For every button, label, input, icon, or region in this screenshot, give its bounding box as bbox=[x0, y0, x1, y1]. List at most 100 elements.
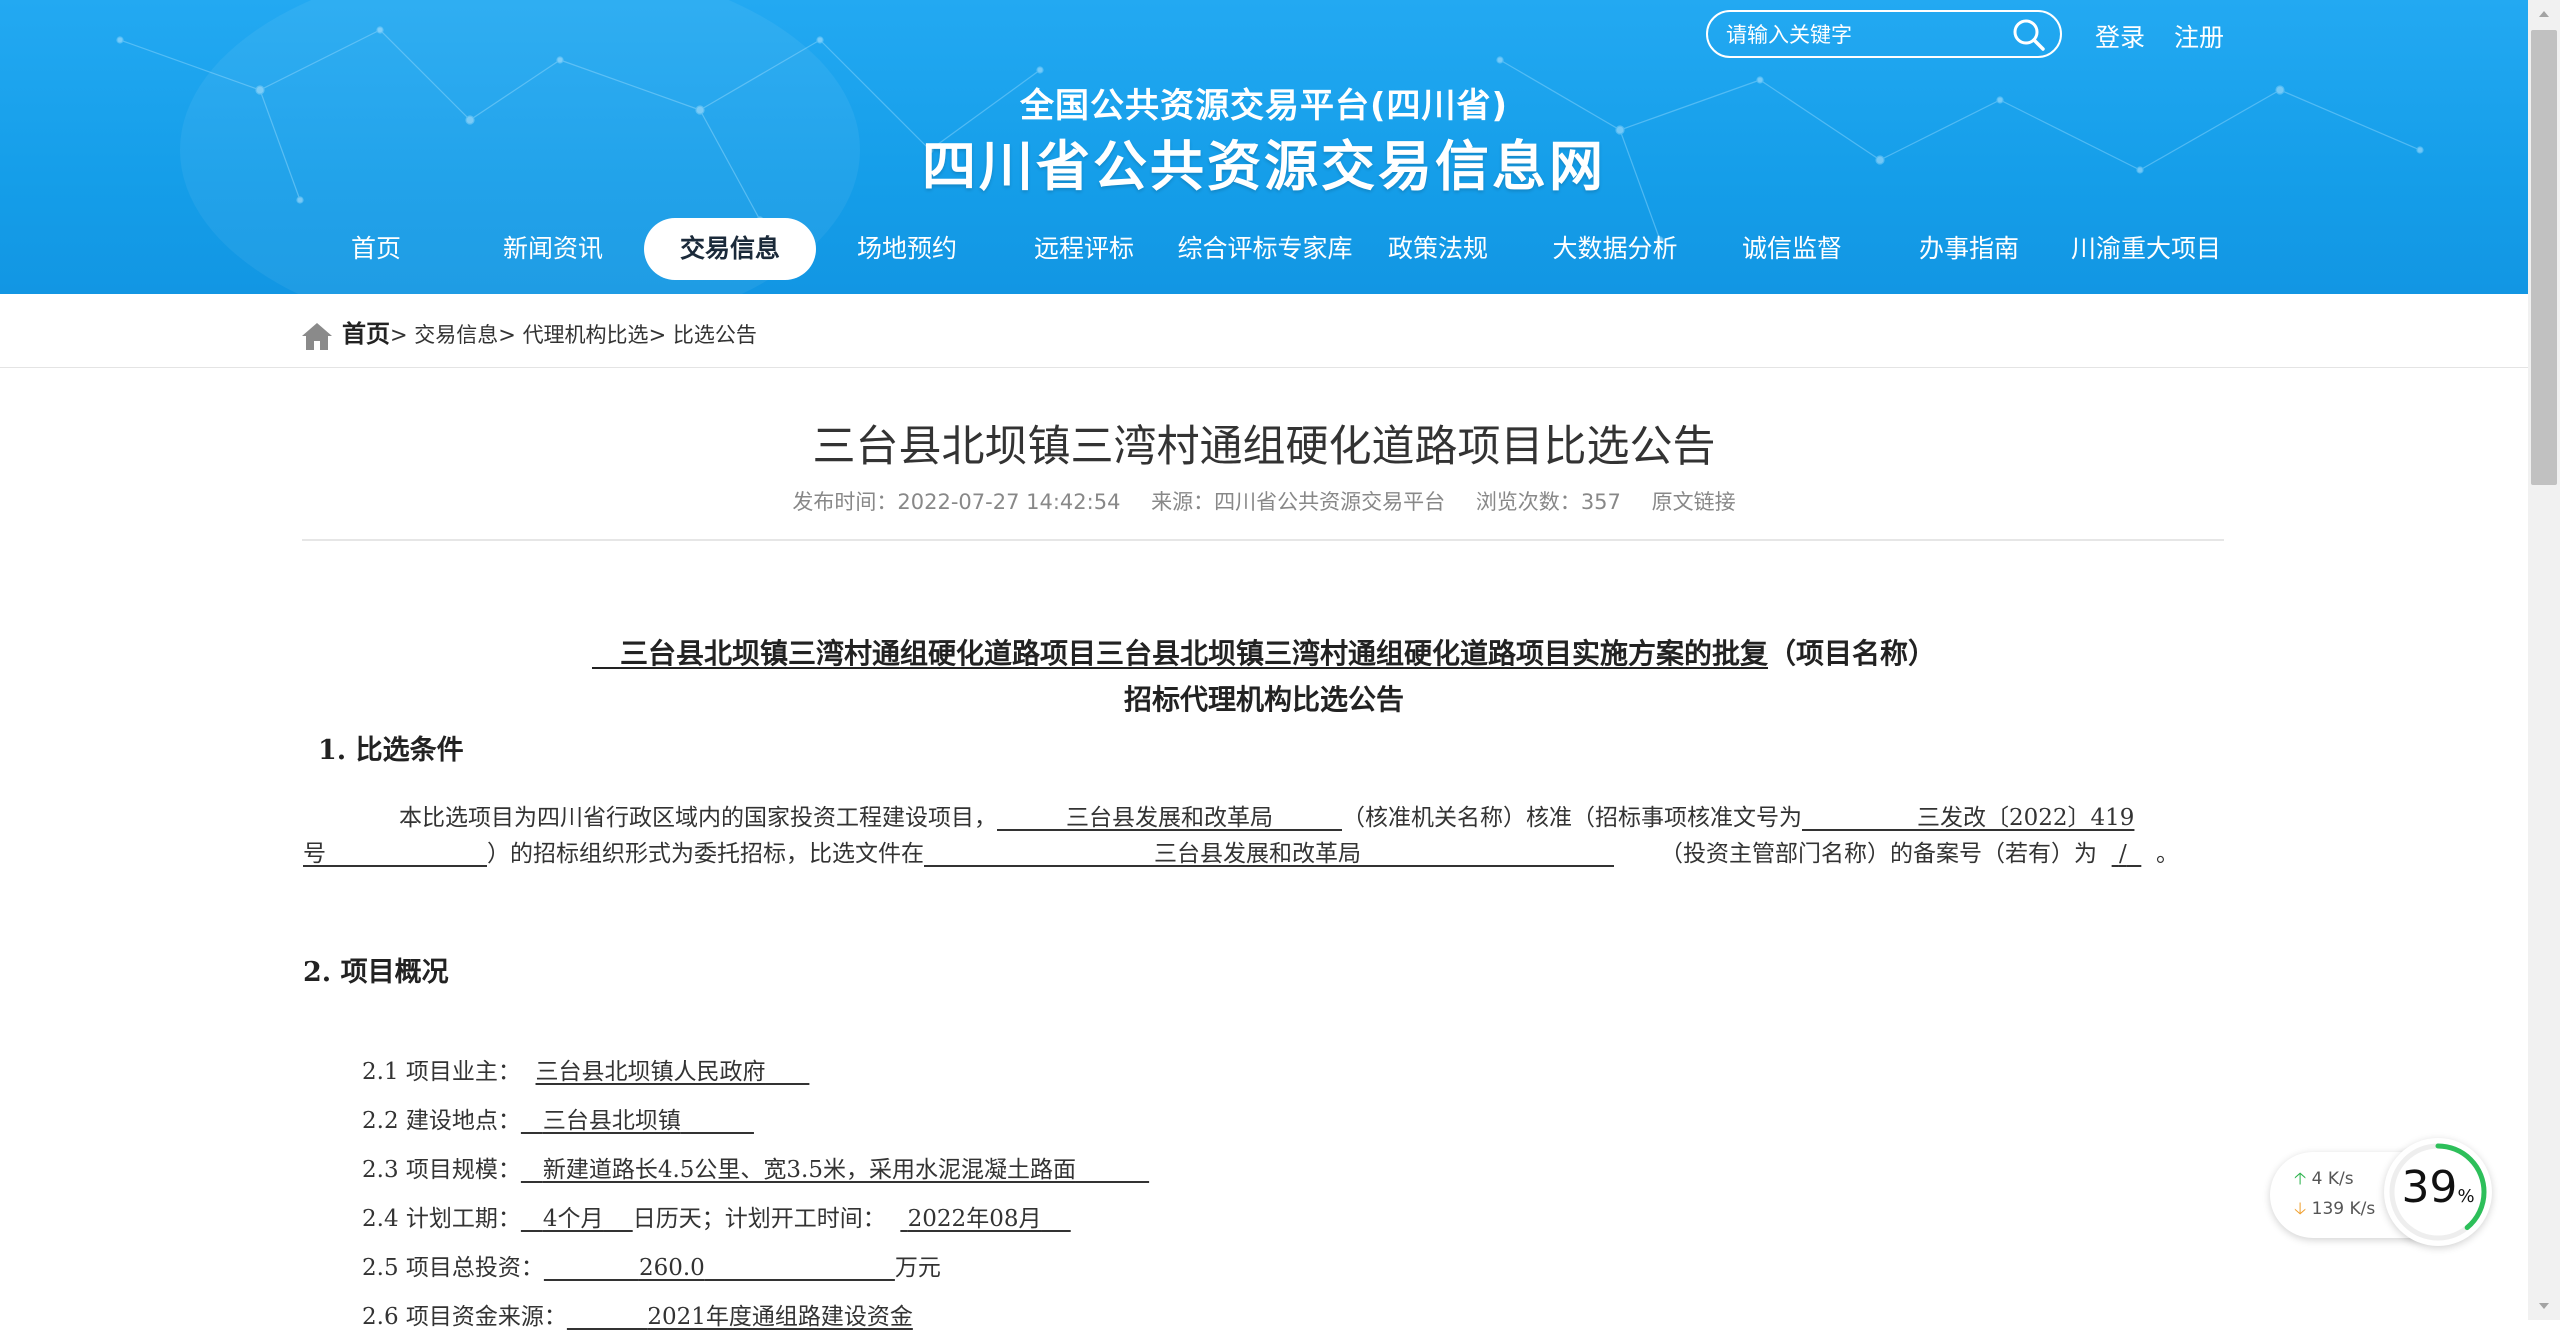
search-icon[interactable] bbox=[2012, 18, 2046, 52]
breadcrumb-home[interactable]: 首页 bbox=[342, 320, 390, 348]
source: 来源：四川省公共资源交易平台 bbox=[1151, 490, 1445, 514]
original-link[interactable]: 原文链接 bbox=[1652, 490, 1736, 514]
nav-item-venue-booking[interactable]: 场地预约 bbox=[821, 218, 993, 280]
register-link[interactable]: 注册 bbox=[2174, 18, 2224, 54]
item-scale-value: 新建道路长4.5公里、宽3.5米，采用水泥混凝土路面 bbox=[521, 1157, 1149, 1183]
item-owner: 2.1 项目业主： 三台县北坝镇人民政府 bbox=[362, 1052, 809, 1086]
item-funding: 2.6 项目资金来源： 2021年度通组路建设资金 bbox=[362, 1297, 913, 1331]
p1-e: ）的招标组织形式为委托招标，比选文件在 bbox=[487, 841, 924, 867]
download-arrow-icon: 🡣 bbox=[2294, 1199, 2307, 1219]
gauge-percent-number: 39 bbox=[2401, 1162, 2458, 1213]
views-label: 浏览次数： bbox=[1475, 490, 1581, 514]
item-location-label: 2.2 建设地点： bbox=[362, 1108, 521, 1134]
item-schedule-label: 2.4 计划工期： bbox=[362, 1206, 521, 1232]
download-speed-text: 139 K/s bbox=[2311, 1199, 2376, 1219]
item-investment-unit: 万元 bbox=[894, 1255, 941, 1281]
view-count: 浏览次数：357 bbox=[1476, 490, 1621, 514]
p1-f: 三台县发展和改革局 bbox=[1154, 841, 1361, 867]
site-subtitle: 全国公共资源交易平台(四川省) bbox=[1019, 86, 1509, 126]
p1-filing-number: / bbox=[2112, 841, 2142, 867]
nav-item-policy[interactable]: 政策法规 bbox=[1352, 218, 1524, 280]
site-header: 登录 注册 全国公共资源交易平台(四川省) 四川省公共资源交易信息网 首页 新闻… bbox=[0, 0, 2528, 294]
item-investment-label: 2.5 项目总投资： bbox=[362, 1255, 544, 1281]
source-label: 来源： bbox=[1151, 490, 1215, 514]
upload-speed: 🡡 4 K/s bbox=[2294, 1166, 2354, 1195]
item-owner-label: 2.1 项目业主： bbox=[362, 1059, 521, 1085]
item-schedule-mid: 日历天；计划开工时间： bbox=[632, 1206, 886, 1232]
item-start-date: 2022年08月 bbox=[900, 1206, 1070, 1232]
breadcrumb-separator: > bbox=[390, 323, 415, 347]
section-1-title: 1. 比选条件 bbox=[318, 735, 464, 766]
nav-item-credit[interactable]: 诚信监督 bbox=[1706, 218, 1878, 280]
item-scale-value-text: 新建道路长4.5公里、宽3.5米，采用水泥混凝土路面 bbox=[542, 1157, 1076, 1183]
article-title: 三台县北坝镇三湾村通组硬化道路项目比选公告 bbox=[812, 422, 1716, 472]
doc-subheading: 招标代理机构比选公告 bbox=[1123, 683, 1404, 716]
nav-item-major-projects[interactable]: 川渝重大项目 bbox=[2060, 218, 2232, 280]
item-location-value-text: 三台县北坝镇 bbox=[542, 1108, 681, 1134]
nav-item-remote-bid[interactable]: 远程评标 bbox=[998, 218, 1170, 280]
breadcrumb-trade-info[interactable]: 交易信息 bbox=[414, 323, 498, 347]
item-schedule-value: 4个月 bbox=[521, 1206, 633, 1232]
breadcrumb-divider bbox=[0, 367, 2528, 368]
p1-i: 。 bbox=[2155, 841, 2179, 867]
source-value: 四川省公共资源交易平台 bbox=[1214, 490, 1446, 514]
publish-value: 2022-07-27 14:42:54 bbox=[897, 490, 1121, 514]
item-owner-value-text: 三台县北坝镇人民政府 bbox=[535, 1059, 766, 1085]
home-icon bbox=[302, 323, 332, 350]
breadcrumb: 首页> 交易信息> 代理机构比选> 比选公告 bbox=[300, 314, 757, 354]
item-owner-value: 三台县北坝镇人民政府 bbox=[536, 1059, 810, 1085]
doc-project-name-text: 三台县北坝镇三湾村通组硬化道路项目三台县北坝镇三湾村通组硬化道路项目实施方案的批… bbox=[619, 637, 1768, 670]
p1-a: 本比选项目为四川省行政区域内的国家投资工程建设项目， bbox=[399, 805, 997, 831]
nav-item-guide[interactable]: 办事指南 bbox=[1883, 218, 2055, 280]
scroll-up-arrow-icon[interactable] bbox=[2536, 6, 2552, 22]
p1-c: （核准机关名称）核准（招标事项核准文号为 bbox=[1342, 805, 1802, 831]
item-schedule-value-text: 4个月 bbox=[542, 1206, 604, 1232]
doc-project-suffix: （项目名称） bbox=[1768, 637, 1937, 670]
breadcrumb-announcement[interactable]: 比选公告 bbox=[673, 323, 757, 347]
doc-heading: 三台县北坝镇三湾村通组硬化道路项目三台县北坝镇三湾村通组硬化道路项目实施方案的批… bbox=[0, 632, 2528, 672]
p1-h: / bbox=[2118, 841, 2127, 867]
nav-item-trade-info[interactable]: 交易信息 bbox=[644, 218, 816, 280]
item-start-date-text: 2022年08月 bbox=[907, 1206, 1042, 1232]
item-funding-value-text: 2021年度通组路建设资金 bbox=[647, 1304, 913, 1330]
nav-item-expert-db[interactable]: 综合评标专家库 bbox=[1175, 218, 1355, 280]
item-location-value: 三台县北坝镇 bbox=[521, 1108, 754, 1134]
section-1-paragraph: 本比选项目为四川省行政区域内的国家投资工程建设项目， 三台县发展和改革局 （核准… bbox=[303, 800, 2203, 872]
publish-time: 发布时间：2022-07-27 14:42:54 bbox=[792, 490, 1120, 514]
login-link[interactable]: 登录 bbox=[2095, 18, 2145, 54]
scrollbar-thumb[interactable] bbox=[2531, 30, 2557, 485]
nav-item-big-data[interactable]: 大数据分析 bbox=[1529, 218, 1701, 280]
section-2-title: 2. 项目概况 bbox=[303, 957, 449, 988]
scroll-down-arrow-icon[interactable] bbox=[2536, 1298, 2552, 1314]
upload-speed-text: 4 K/s bbox=[2311, 1169, 2354, 1189]
p1-g: （投资主管部门名称）的备案号（若有）为 bbox=[1660, 841, 2097, 867]
breadcrumb-separator: > bbox=[498, 323, 523, 347]
gauge-percent-sign: % bbox=[2457, 1186, 2475, 1207]
p1-approval-authority: 三台县发展和改革局 bbox=[997, 805, 1342, 831]
download-speed: 🡣 139 K/s bbox=[2294, 1196, 2375, 1225]
p1-b: 三台县发展和改革局 bbox=[1066, 805, 1273, 831]
item-location: 2.2 建设地点： 三台县北坝镇 bbox=[362, 1101, 754, 1135]
nav-item-home[interactable]: 首页 bbox=[290, 218, 462, 280]
item-funding-value: 2021年度通组路建设资金 bbox=[567, 1304, 913, 1330]
p1-filing-dept: 三台县发展和改革局 bbox=[924, 841, 1614, 867]
item-scale: 2.3 项目规模： 新建道路长4.5公里、宽3.5米，采用水泥混凝土路面 bbox=[362, 1150, 1149, 1184]
views-value: 357 bbox=[1580, 490, 1621, 514]
article-divider bbox=[302, 539, 2224, 541]
breadcrumb-separator: > bbox=[648, 323, 673, 347]
memory-usage-gauge[interactable]: 39% bbox=[2384, 1138, 2492, 1246]
article-meta: 发布时间：2022-07-27 14:42:54 来源：四川省公共资源交易平台 … bbox=[0, 486, 2528, 516]
item-funding-label: 2.6 项目资金来源： bbox=[362, 1304, 567, 1330]
main-nav: 首页 新闻资讯 交易信息 场地预约 远程评标 综合评标专家库 政策法规 大数据分… bbox=[290, 218, 2270, 280]
search-box bbox=[1706, 10, 2062, 58]
upload-arrow-icon: 🡡 bbox=[2294, 1169, 2307, 1189]
nav-item-news[interactable]: 新闻资讯 bbox=[467, 218, 639, 280]
item-schedule: 2.4 计划工期： 4个月 日历天；计划开工时间： 2022年08月 bbox=[362, 1199, 1071, 1233]
search-input[interactable] bbox=[1724, 18, 2008, 52]
publish-label: 发布时间： bbox=[792, 490, 898, 514]
breadcrumb-agency-selection[interactable]: 代理机构比选 bbox=[523, 323, 649, 347]
item-scale-label: 2.3 项目规模： bbox=[362, 1157, 521, 1183]
item-investment: 2.5 项目总投资： 260.0 万元 bbox=[362, 1248, 941, 1282]
site-title: 四川省公共资源交易信息网 bbox=[922, 135, 1606, 198]
item-investment-value-text: 260.0 bbox=[638, 1255, 705, 1281]
